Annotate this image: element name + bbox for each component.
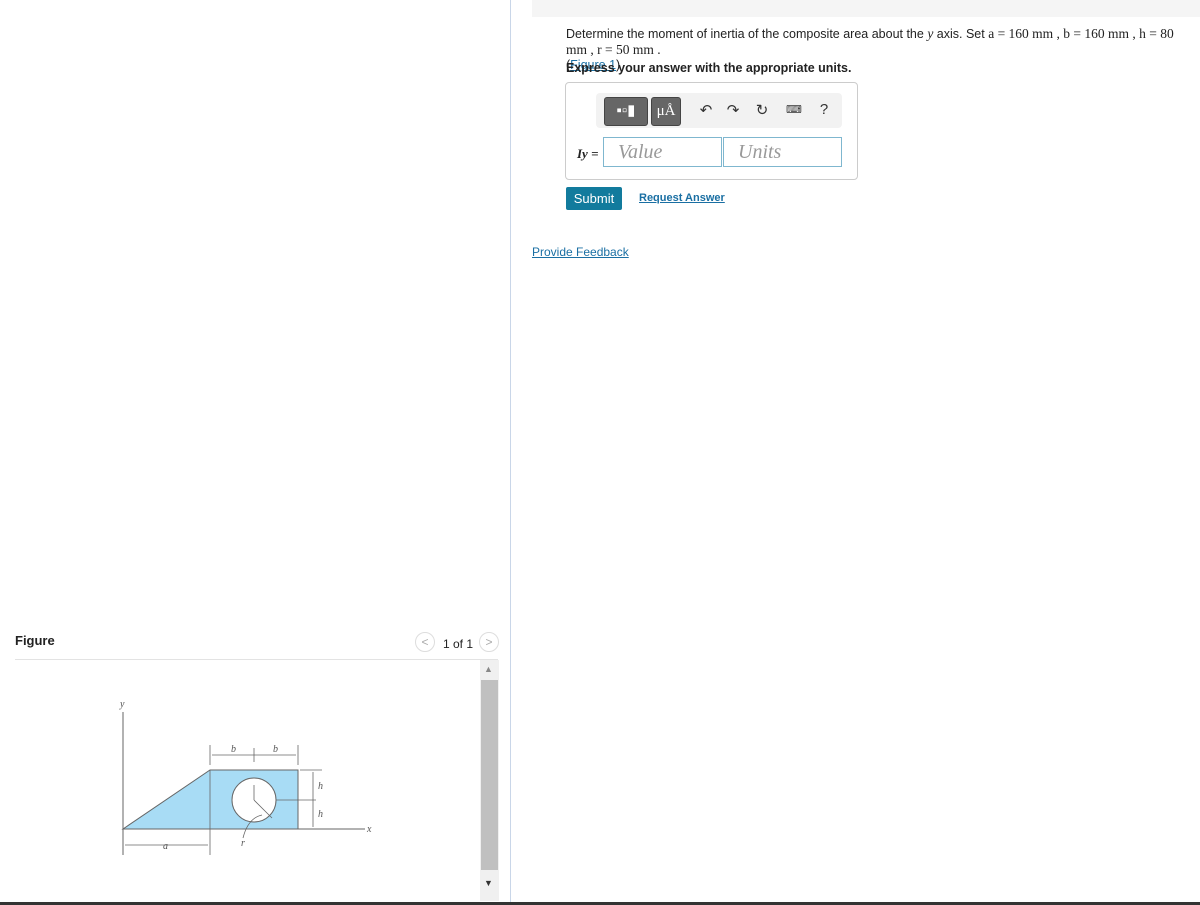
label-b1: b xyxy=(231,744,236,755)
mu-angstrom-icon[interactable]: μÅ xyxy=(651,97,681,126)
label-r: r xyxy=(241,838,245,849)
provide-feedback-link[interactable]: Provide Feedback xyxy=(532,245,629,259)
label-x: x xyxy=(366,824,372,835)
redo-icon[interactable]: ↷ xyxy=(723,101,743,119)
composite-area-figure: b b h h a r y x xyxy=(119,699,372,855)
submit-button[interactable]: Submit xyxy=(566,187,622,210)
request-answer-link[interactable]: Request Answer xyxy=(639,192,725,204)
iy-label: Iy = xyxy=(577,146,599,161)
keyboard-icon[interactable]: ⌨ xyxy=(784,103,804,116)
help-icon[interactable]: ? xyxy=(814,101,834,118)
label-b2: b xyxy=(273,744,278,755)
math-toolbar: ▪▫▮ μÅ ↶ ↷ ↻ ⌨ ? xyxy=(596,93,842,128)
top-bar xyxy=(532,0,1200,17)
label-y: y xyxy=(119,699,125,710)
instructions: Express your answer with the appropriate… xyxy=(566,61,852,75)
undo-icon[interactable]: ↶ xyxy=(696,101,716,119)
label-h2: h xyxy=(318,809,323,820)
label-a: a xyxy=(163,841,168,852)
templates-icon[interactable]: ▪▫▮ xyxy=(604,97,648,126)
value-input[interactable]: Value xyxy=(603,137,722,167)
units-input[interactable]: Units xyxy=(723,137,842,167)
label-h1: h xyxy=(318,781,323,792)
panel-divider xyxy=(510,0,511,902)
reset-icon[interactable]: ↻ xyxy=(752,101,772,119)
